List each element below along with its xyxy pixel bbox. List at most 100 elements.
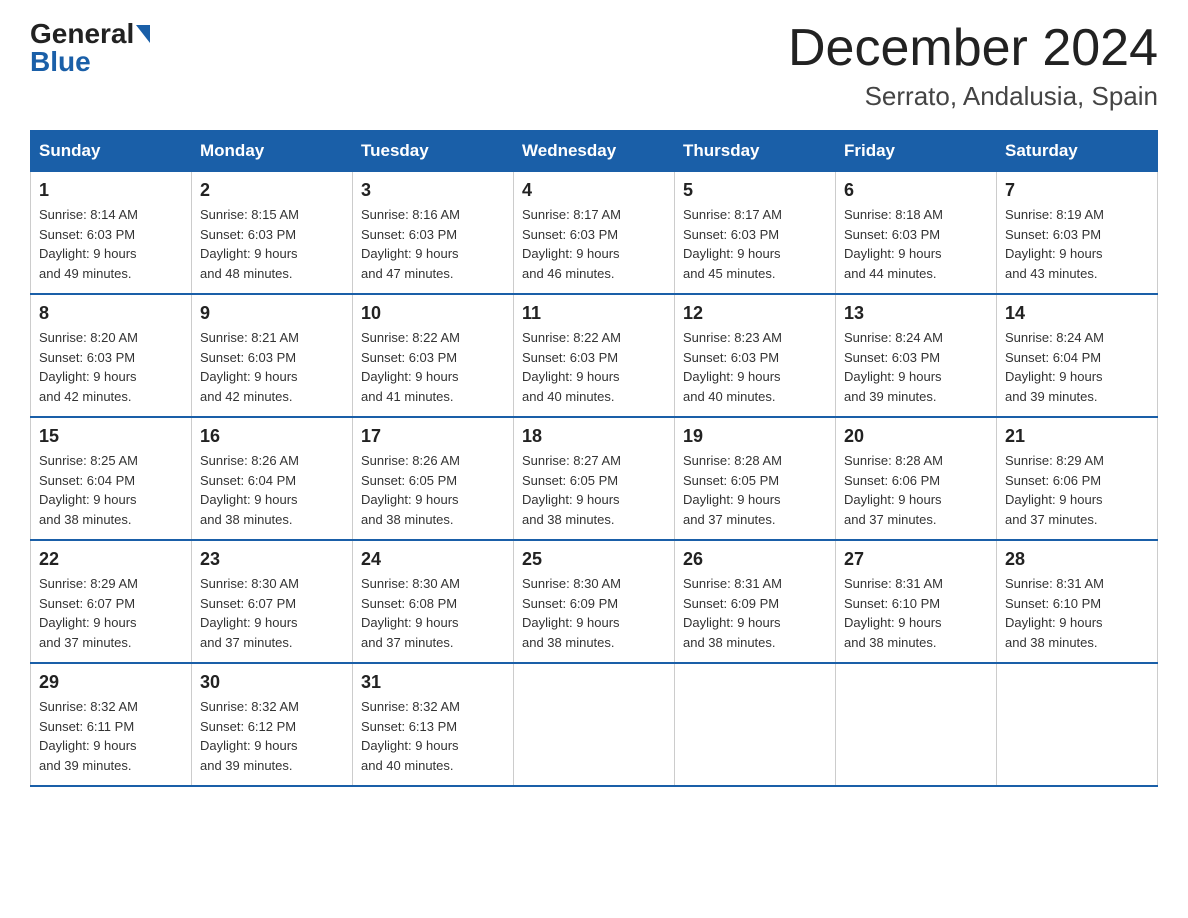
- page-title: December 2024: [788, 20, 1158, 77]
- calendar-cell: 27 Sunrise: 8:31 AM Sunset: 6:10 PM Dayl…: [836, 540, 997, 663]
- day-info: Sunrise: 8:28 AM Sunset: 6:06 PM Dayligh…: [844, 451, 988, 529]
- day-info: Sunrise: 8:31 AM Sunset: 6:09 PM Dayligh…: [683, 574, 827, 652]
- day-number: 20: [844, 426, 988, 447]
- day-info: Sunrise: 8:21 AM Sunset: 6:03 PM Dayligh…: [200, 328, 344, 406]
- day-info: Sunrise: 8:17 AM Sunset: 6:03 PM Dayligh…: [522, 205, 666, 283]
- calendar-week-5: 29 Sunrise: 8:32 AM Sunset: 6:11 PM Dayl…: [31, 663, 1158, 786]
- day-number: 2: [200, 180, 344, 201]
- day-info: Sunrise: 8:18 AM Sunset: 6:03 PM Dayligh…: [844, 205, 988, 283]
- day-info: Sunrise: 8:15 AM Sunset: 6:03 PM Dayligh…: [200, 205, 344, 283]
- header-tuesday: Tuesday: [353, 131, 514, 172]
- day-number: 31: [361, 672, 505, 693]
- day-number: 23: [200, 549, 344, 570]
- calendar-cell: 15 Sunrise: 8:25 AM Sunset: 6:04 PM Dayl…: [31, 417, 192, 540]
- day-number: 7: [1005, 180, 1149, 201]
- day-number: 26: [683, 549, 827, 570]
- day-number: 21: [1005, 426, 1149, 447]
- logo-blue-text: Blue: [30, 48, 91, 76]
- days-of-week-row: Sunday Monday Tuesday Wednesday Thursday…: [31, 131, 1158, 172]
- calendar-cell: 7 Sunrise: 8:19 AM Sunset: 6:03 PM Dayli…: [997, 172, 1158, 295]
- calendar-body: 1 Sunrise: 8:14 AM Sunset: 6:03 PM Dayli…: [31, 172, 1158, 787]
- day-number: 24: [361, 549, 505, 570]
- calendar-cell: 29 Sunrise: 8:32 AM Sunset: 6:11 PM Dayl…: [31, 663, 192, 786]
- day-number: 13: [844, 303, 988, 324]
- calendar-cell: [997, 663, 1158, 786]
- day-info: Sunrise: 8:24 AM Sunset: 6:03 PM Dayligh…: [844, 328, 988, 406]
- calendar-cell: 19 Sunrise: 8:28 AM Sunset: 6:05 PM Dayl…: [675, 417, 836, 540]
- calendar-cell: 21 Sunrise: 8:29 AM Sunset: 6:06 PM Dayl…: [997, 417, 1158, 540]
- day-number: 8: [39, 303, 183, 324]
- calendar-cell: 18 Sunrise: 8:27 AM Sunset: 6:05 PM Dayl…: [514, 417, 675, 540]
- calendar-cell: 24 Sunrise: 8:30 AM Sunset: 6:08 PM Dayl…: [353, 540, 514, 663]
- header-thursday: Thursday: [675, 131, 836, 172]
- calendar-cell: 13 Sunrise: 8:24 AM Sunset: 6:03 PM Dayl…: [836, 294, 997, 417]
- calendar-week-2: 8 Sunrise: 8:20 AM Sunset: 6:03 PM Dayli…: [31, 294, 1158, 417]
- day-number: 30: [200, 672, 344, 693]
- calendar-cell: 17 Sunrise: 8:26 AM Sunset: 6:05 PM Dayl…: [353, 417, 514, 540]
- header-wednesday: Wednesday: [514, 131, 675, 172]
- calendar-cell: 11 Sunrise: 8:22 AM Sunset: 6:03 PM Dayl…: [514, 294, 675, 417]
- logo: General Blue: [30, 20, 150, 76]
- header-monday: Monday: [192, 131, 353, 172]
- day-info: Sunrise: 8:26 AM Sunset: 6:04 PM Dayligh…: [200, 451, 344, 529]
- calendar-cell: 31 Sunrise: 8:32 AM Sunset: 6:13 PM Dayl…: [353, 663, 514, 786]
- day-number: 14: [1005, 303, 1149, 324]
- day-info: Sunrise: 8:16 AM Sunset: 6:03 PM Dayligh…: [361, 205, 505, 283]
- calendar-week-1: 1 Sunrise: 8:14 AM Sunset: 6:03 PM Dayli…: [31, 172, 1158, 295]
- header-sunday: Sunday: [31, 131, 192, 172]
- day-number: 18: [522, 426, 666, 447]
- day-number: 17: [361, 426, 505, 447]
- day-info: Sunrise: 8:26 AM Sunset: 6:05 PM Dayligh…: [361, 451, 505, 529]
- calendar-cell: 2 Sunrise: 8:15 AM Sunset: 6:03 PM Dayli…: [192, 172, 353, 295]
- day-number: 11: [522, 303, 666, 324]
- calendar-cell: 4 Sunrise: 8:17 AM Sunset: 6:03 PM Dayli…: [514, 172, 675, 295]
- calendar-week-4: 22 Sunrise: 8:29 AM Sunset: 6:07 PM Dayl…: [31, 540, 1158, 663]
- day-number: 29: [39, 672, 183, 693]
- day-info: Sunrise: 8:19 AM Sunset: 6:03 PM Dayligh…: [1005, 205, 1149, 283]
- day-info: Sunrise: 8:29 AM Sunset: 6:06 PM Dayligh…: [1005, 451, 1149, 529]
- day-info: Sunrise: 8:31 AM Sunset: 6:10 PM Dayligh…: [1005, 574, 1149, 652]
- day-info: Sunrise: 8:25 AM Sunset: 6:04 PM Dayligh…: [39, 451, 183, 529]
- calendar-week-3: 15 Sunrise: 8:25 AM Sunset: 6:04 PM Dayl…: [31, 417, 1158, 540]
- calendar-cell: 1 Sunrise: 8:14 AM Sunset: 6:03 PM Dayli…: [31, 172, 192, 295]
- day-number: 5: [683, 180, 827, 201]
- header-saturday: Saturday: [997, 131, 1158, 172]
- calendar-cell: 25 Sunrise: 8:30 AM Sunset: 6:09 PM Dayl…: [514, 540, 675, 663]
- calendar-cell: 22 Sunrise: 8:29 AM Sunset: 6:07 PM Dayl…: [31, 540, 192, 663]
- calendar-cell: 30 Sunrise: 8:32 AM Sunset: 6:12 PM Dayl…: [192, 663, 353, 786]
- calendar-cell: 3 Sunrise: 8:16 AM Sunset: 6:03 PM Dayli…: [353, 172, 514, 295]
- day-info: Sunrise: 8:22 AM Sunset: 6:03 PM Dayligh…: [522, 328, 666, 406]
- day-info: Sunrise: 8:28 AM Sunset: 6:05 PM Dayligh…: [683, 451, 827, 529]
- calendar-cell: 5 Sunrise: 8:17 AM Sunset: 6:03 PM Dayli…: [675, 172, 836, 295]
- calendar-cell: 6 Sunrise: 8:18 AM Sunset: 6:03 PM Dayli…: [836, 172, 997, 295]
- day-number: 3: [361, 180, 505, 201]
- page-header: General Blue December 2024 Serrato, Anda…: [30, 20, 1158, 112]
- calendar-cell: 12 Sunrise: 8:23 AM Sunset: 6:03 PM Dayl…: [675, 294, 836, 417]
- calendar-cell: [514, 663, 675, 786]
- calendar-header: Sunday Monday Tuesday Wednesday Thursday…: [31, 131, 1158, 172]
- day-info: Sunrise: 8:29 AM Sunset: 6:07 PM Dayligh…: [39, 574, 183, 652]
- calendar-cell: 8 Sunrise: 8:20 AM Sunset: 6:03 PM Dayli…: [31, 294, 192, 417]
- calendar-cell: 26 Sunrise: 8:31 AM Sunset: 6:09 PM Dayl…: [675, 540, 836, 663]
- day-info: Sunrise: 8:27 AM Sunset: 6:05 PM Dayligh…: [522, 451, 666, 529]
- day-info: Sunrise: 8:30 AM Sunset: 6:08 PM Dayligh…: [361, 574, 505, 652]
- day-info: Sunrise: 8:24 AM Sunset: 6:04 PM Dayligh…: [1005, 328, 1149, 406]
- calendar-cell: 10 Sunrise: 8:22 AM Sunset: 6:03 PM Dayl…: [353, 294, 514, 417]
- day-info: Sunrise: 8:20 AM Sunset: 6:03 PM Dayligh…: [39, 328, 183, 406]
- day-number: 4: [522, 180, 666, 201]
- calendar-table: Sunday Monday Tuesday Wednesday Thursday…: [30, 130, 1158, 787]
- page-subtitle: Serrato, Andalusia, Spain: [788, 81, 1158, 112]
- calendar-cell: 23 Sunrise: 8:30 AM Sunset: 6:07 PM Dayl…: [192, 540, 353, 663]
- day-info: Sunrise: 8:32 AM Sunset: 6:13 PM Dayligh…: [361, 697, 505, 775]
- day-info: Sunrise: 8:30 AM Sunset: 6:07 PM Dayligh…: [200, 574, 344, 652]
- day-number: 10: [361, 303, 505, 324]
- day-number: 28: [1005, 549, 1149, 570]
- logo-general-text: General: [30, 20, 150, 48]
- day-number: 16: [200, 426, 344, 447]
- day-info: Sunrise: 8:23 AM Sunset: 6:03 PM Dayligh…: [683, 328, 827, 406]
- header-friday: Friday: [836, 131, 997, 172]
- day-info: Sunrise: 8:32 AM Sunset: 6:11 PM Dayligh…: [39, 697, 183, 775]
- day-number: 15: [39, 426, 183, 447]
- day-info: Sunrise: 8:31 AM Sunset: 6:10 PM Dayligh…: [844, 574, 988, 652]
- day-number: 6: [844, 180, 988, 201]
